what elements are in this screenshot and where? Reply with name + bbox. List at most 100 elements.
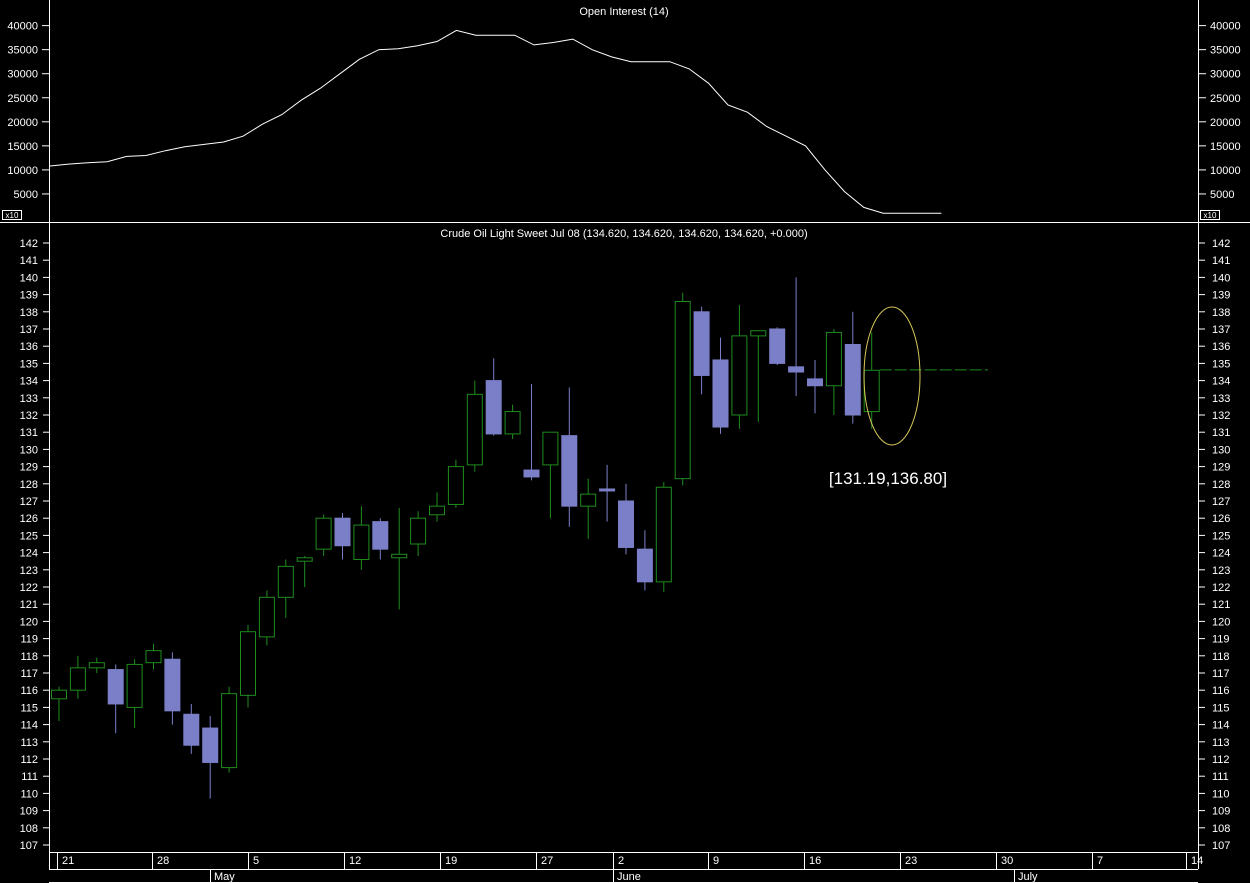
oi-tick-label-left: 5000 (14, 189, 38, 201)
price-tick-label-left: 122 (20, 582, 38, 594)
price-tick-label-right: 137 (1212, 324, 1230, 336)
candle-body-up (88, 662, 105, 669)
price-tick-label-left: 107 (20, 840, 38, 852)
left-scale-badge-label: x10 (6, 211, 19, 220)
candle-body-up (731, 335, 748, 416)
time-tick-label: 2 (618, 855, 624, 867)
candle-body-up (429, 505, 445, 516)
price-tick-label-left: 139 (20, 290, 38, 302)
price-tick-label-left: 108 (20, 823, 38, 835)
candle-body-down (788, 366, 805, 373)
time-tick-label: 12 (349, 855, 361, 867)
price-tick-label-right: 128 (1212, 479, 1230, 491)
candle-body-up (145, 650, 162, 664)
candle-body-up (825, 331, 842, 387)
oi-tick-label-right: 10000 (1210, 165, 1241, 177)
price-tick-label-right: 142 (1212, 238, 1230, 250)
candle-body-up (353, 524, 370, 560)
candle (655, 482, 672, 593)
price-tick-label-left: 128 (20, 479, 38, 491)
candle-body-down (636, 548, 653, 583)
price-tick-label-right: 124 (1212, 548, 1230, 560)
candle-body-up (296, 557, 313, 562)
oi-tick-label-left: 30000 (7, 69, 38, 81)
chart-background (0, 0, 1250, 883)
price-tick-label-left: 130 (20, 444, 38, 456)
range-annotation: [131.19,136.80] (829, 469, 947, 488)
price-tick-label-right: 117 (1212, 668, 1230, 680)
price-tick-label-right: 118 (1212, 651, 1230, 663)
chart-canvas: x10 x10 Open Interest (14) Crude Oil Lig… (0, 0, 1250, 883)
candle (221, 686, 238, 773)
price-tick-label-left: 127 (20, 496, 38, 508)
month-label: July (1018, 871, 1038, 883)
candle-body-down (561, 435, 578, 507)
price-tick-label-right: 120 (1212, 616, 1230, 628)
price-tick-label-right: 122 (1212, 582, 1230, 594)
price-tick-label-right: 110 (1212, 788, 1230, 800)
time-tick-label: 30 (1001, 855, 1013, 867)
price-tick-label-left: 136 (20, 341, 38, 353)
price-tick-label-right: 108 (1212, 823, 1230, 835)
oi-tick-label-right: 20000 (1210, 117, 1241, 129)
price-tick-label-left: 125 (20, 530, 38, 542)
price-tick-label-right: 111 (1212, 771, 1229, 783)
time-tick-label: 28 (157, 855, 169, 867)
price-tick-label-left: 132 (20, 410, 38, 422)
price-tick-label-right: 121 (1212, 599, 1230, 611)
price-tick-label-right: 131 (1212, 427, 1230, 439)
time-tick-label: 16 (809, 855, 821, 867)
candle-body-up (655, 486, 672, 583)
price-tick-label-left: 121 (20, 599, 38, 611)
price-tick-label-left: 124 (20, 548, 38, 560)
oi-tick-label-left: 10000 (7, 165, 38, 177)
price-tick-label-left: 133 (20, 393, 38, 405)
candle-body-up (410, 517, 427, 545)
price-tick-label-right: 141 (1212, 255, 1230, 267)
candle-body-up (580, 493, 597, 507)
price-tick-label-right: 129 (1212, 462, 1230, 474)
price-tick-label-left: 138 (20, 307, 38, 319)
price-tick-label-right: 114 (1212, 720, 1230, 732)
price-chart-title: Crude Oil Light Sweet Jul 08 (134.620, 1… (440, 228, 807, 240)
candle (240, 624, 256, 708)
oi-tick-label-right: 25000 (1210, 93, 1241, 105)
price-tick-label-right: 138 (1212, 307, 1230, 319)
candle-body-down (164, 658, 181, 712)
price-tick-label-left: 119 (20, 634, 38, 646)
price-tick-label-left: 134 (20, 376, 38, 388)
price-tick-label-right: 130 (1212, 444, 1230, 456)
price-tick-label-left: 114 (20, 720, 38, 732)
candle-body-up (51, 689, 67, 700)
time-tick-label: 14 (1191, 855, 1203, 867)
candle-body-up (504, 411, 521, 435)
price-tick-label-left: 111 (21, 771, 38, 783)
candle-body-down (693, 311, 710, 376)
candle-body-up (69, 667, 86, 691)
candle-body-up (391, 553, 408, 559)
candle-body-up (466, 393, 483, 466)
right-scale-badge-label: x10 (1204, 211, 1217, 220)
oi-tick-label-left: 35000 (7, 45, 38, 57)
candle-body-down (769, 328, 786, 364)
oi-tick-label-left: 20000 (7, 117, 38, 129)
candle (258, 590, 275, 646)
candle-body-down (202, 727, 219, 763)
price-tick-label-left: 137 (20, 324, 38, 336)
candle-body-down (712, 359, 729, 428)
price-tick-label-left: 109 (20, 806, 38, 818)
price-tick-label-right: 116 (1212, 685, 1230, 697)
candle-body-down (807, 378, 823, 387)
candle (769, 327, 786, 366)
price-tick-label-right: 134 (1212, 376, 1230, 388)
price-tick-label-left: 118 (20, 651, 38, 663)
candle-body-down (844, 343, 861, 416)
candle (447, 459, 464, 508)
candle-body-up (221, 693, 238, 769)
candle-body-up (126, 663, 143, 708)
price-tick-label-right: 132 (1212, 410, 1230, 422)
open-interest-title: Open Interest (14) (579, 6, 668, 18)
price-tick-label-left: 140 (20, 272, 38, 284)
candle (674, 292, 691, 486)
price-tick-label-left: 116 (20, 685, 38, 697)
